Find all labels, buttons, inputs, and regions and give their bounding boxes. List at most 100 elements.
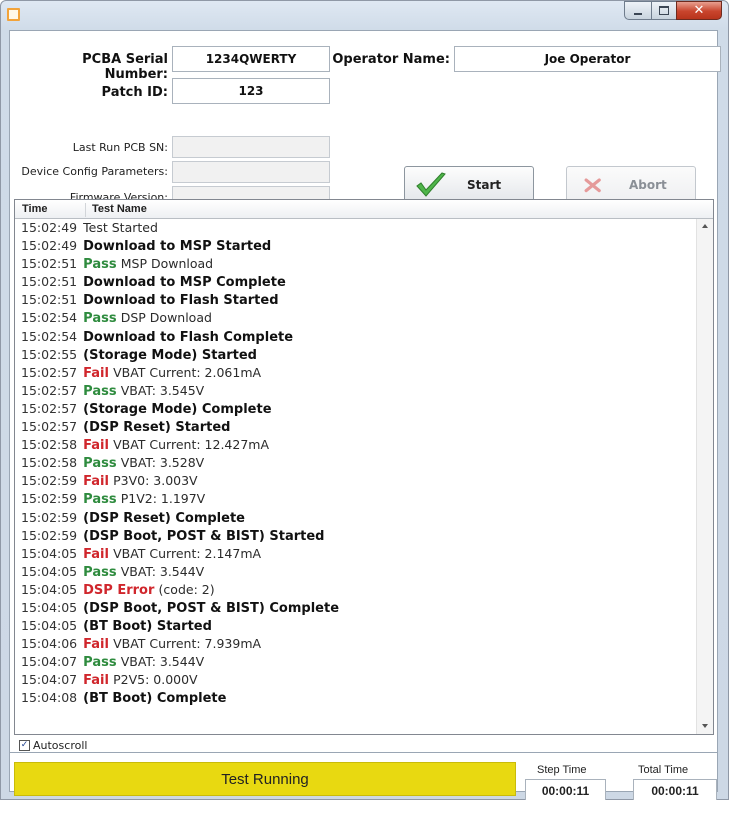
log-row[interactable]: 15:02:49 Download to MSP Started <box>15 237 696 255</box>
log-row-time: 15:02:59 <box>21 527 78 543</box>
log-row[interactable]: 15:04:08 (BT Boot) Complete <box>15 689 696 707</box>
log-row-message: VBAT: 3.528V <box>120 455 205 471</box>
x-icon <box>584 178 601 193</box>
serial-number-field[interactable]: 1234QWERTY <box>172 46 330 72</box>
log-row-time: 15:02:51 <box>21 274 78 290</box>
log-row-message: Download to Flash Complete <box>83 329 294 345</box>
log-row-message: P1V2: 1.197V <box>120 491 206 507</box>
log-row[interactable]: 15:02:59 Pass P1V2: 1.197V <box>15 490 696 508</box>
log-row-message: VBAT: 3.544V <box>120 654 205 670</box>
log-row[interactable]: 15:04:05 (DSP Boot, POST & BIST) Complete <box>15 599 696 617</box>
minimize-button[interactable] <box>624 1 651 20</box>
close-icon: ✕ <box>693 3 705 18</box>
log-row-message: (BT Boot) Started <box>83 619 212 635</box>
patch-id-label: Patch ID: <box>101 85 168 100</box>
log-row[interactable]: 15:04:06 Fail VBAT Current: 7.939mA <box>15 635 696 653</box>
log-row[interactable]: 15:02:51 Download to Flash Started <box>15 291 696 309</box>
log-row-time: 15:02:55 <box>21 346 78 362</box>
log-row-time: 15:02:57 <box>21 364 78 380</box>
log-row-status: Pass <box>83 492 117 508</box>
log-row-status: Pass <box>83 456 117 472</box>
log-row[interactable]: 15:02:54 Download to Flash Complete <box>15 328 696 346</box>
maximize-icon <box>659 6 669 15</box>
status-bar: Test Running <box>14 762 516 796</box>
log-scrollbar[interactable] <box>696 219 713 734</box>
log-row-status: Fail <box>83 673 109 689</box>
log-row[interactable]: 15:04:07 Fail P2V5: 0.000V <box>15 671 696 689</box>
total-time-label: Total Time <box>638 764 689 776</box>
log-row[interactable]: 15:02:51 Pass MSP Download <box>15 255 696 273</box>
log-row[interactable]: 15:02:55 (Storage Mode) Started <box>15 346 696 364</box>
log-row-time: 15:04:07 <box>21 654 78 670</box>
start-button-label: Start <box>467 178 502 192</box>
column-header-test-name[interactable]: Test Name <box>85 203 147 217</box>
log-row-message: (BT Boot) Complete <box>83 691 227 707</box>
log-row-status: Fail <box>83 546 109 562</box>
log-row-time: 15:02:51 <box>21 292 78 308</box>
log-row-status: Pass <box>83 383 117 399</box>
log-row-message: (Storage Mode) Complete <box>83 401 272 417</box>
last-run-pcb-label: Last Run PCB SN: <box>72 141 168 154</box>
log-row-message: VBAT Current: 12.427mA <box>113 437 270 453</box>
serial-number-label: PCBA Serial Number: <box>82 52 168 82</box>
log-row-status: Fail <box>83 438 109 454</box>
log-row[interactable]: 15:02:51 Download to MSP Complete <box>15 273 696 291</box>
log-row[interactable]: 15:02:57 Fail VBAT Current: 2.061mA <box>15 364 696 382</box>
close-button[interactable]: ✕ <box>676 1 722 20</box>
log-row[interactable]: 15:02:59 (DSP Boot, POST & BIST) Started <box>15 527 696 545</box>
log-row[interactable]: 15:02:57 (Storage Mode) Complete <box>15 400 696 418</box>
log-row-time: 15:02:57 <box>21 400 78 416</box>
title-bar[interactable]: ✕ <box>1 1 728 31</box>
log-row-time: 15:02:51 <box>21 256 78 272</box>
log-row[interactable]: 15:02:49 Test Started <box>15 219 696 237</box>
log-row-message: VBAT: 3.544V <box>120 563 205 579</box>
log-row-message: Download to Flash Started <box>83 293 279 309</box>
log-row[interactable]: 15:02:59 Fail P3V0: 3.003V <box>15 472 696 490</box>
log-row-time: 15:02:49 <box>21 220 78 235</box>
log-row-time: 15:02:58 <box>21 437 78 453</box>
log-row-status: Fail <box>83 637 109 653</box>
minimize-icon <box>634 12 642 15</box>
device-config-label: Device Config Parameters: <box>21 165 168 178</box>
column-header-time[interactable]: Time <box>22 203 47 215</box>
log-row[interactable]: 15:04:05 (BT Boot) Started <box>15 617 696 635</box>
log-row-time: 15:04:05 <box>21 563 78 579</box>
log-row-time: 15:04:05 <box>21 581 78 597</box>
app-icon <box>7 8 20 21</box>
log-row[interactable]: 15:04:05 DSP Error (code: 2) <box>15 581 696 599</box>
log-row-status: Pass <box>83 564 117 580</box>
test-log-list[interactable]: Time Test Name 15:02:49 Test Started 15:02… <box>14 199 714 735</box>
window-bottom-edge <box>0 800 729 813</box>
log-row-time: 15:02:54 <box>21 328 78 344</box>
scroll-up-icon[interactable] <box>702 224 708 228</box>
autoscroll-option[interactable]: ✓ Autoscroll <box>19 739 87 752</box>
log-row-message: (code: 2) <box>158 581 215 597</box>
log-row-message: (DSP Boot, POST & BIST) Complete <box>83 600 340 616</box>
log-row-status: Pass <box>83 257 117 273</box>
scroll-down-icon[interactable] <box>702 724 708 728</box>
log-row-message: VBAT Current: 7.939mA <box>113 636 262 652</box>
log-row[interactable]: 15:02:59 (DSP Reset) Complete <box>15 509 696 527</box>
log-row-message: VBAT Current: 2.061mA <box>113 364 262 380</box>
log-row[interactable]: 15:04:07 Pass VBAT: 3.544V <box>15 653 696 671</box>
log-row-time: 15:04:05 <box>21 618 78 634</box>
log-row[interactable]: 15:02:58 Fail VBAT Current: 12.427mA <box>15 436 696 454</box>
log-row-time: 15:02:59 <box>21 491 78 507</box>
log-row-status: Fail <box>83 474 109 490</box>
window-controls: ✕ <box>624 1 722 21</box>
log-row[interactable]: 15:02:58 Pass VBAT: 3.528V <box>15 454 696 472</box>
autoscroll-checkbox[interactable]: ✓ <box>19 740 30 751</box>
log-row[interactable]: 15:04:05 Pass VBAT: 3.544V <box>15 563 696 581</box>
log-row[interactable]: 15:02:57 Pass VBAT: 3.545V <box>15 382 696 400</box>
log-row-time: 15:02:57 <box>21 382 78 398</box>
log-row[interactable]: 15:02:57 (DSP Reset) Started <box>15 418 696 436</box>
maximize-button[interactable] <box>651 1 676 20</box>
log-row-message: (DSP Boot, POST & BIST) Started <box>83 528 325 544</box>
log-row-message: VBAT Current: 2.147mA <box>113 545 262 561</box>
log-row[interactable]: 15:02:54 Pass DSP Download <box>15 309 696 327</box>
patch-id-field[interactable]: 123 <box>172 78 330 104</box>
operator-name-field[interactable]: Joe Operator <box>454 46 721 72</box>
log-row[interactable]: 15:04:05 Fail VBAT Current: 2.147mA <box>15 545 696 563</box>
step-time-label: Step Time <box>537 764 587 776</box>
checkmark-icon <box>416 172 446 197</box>
